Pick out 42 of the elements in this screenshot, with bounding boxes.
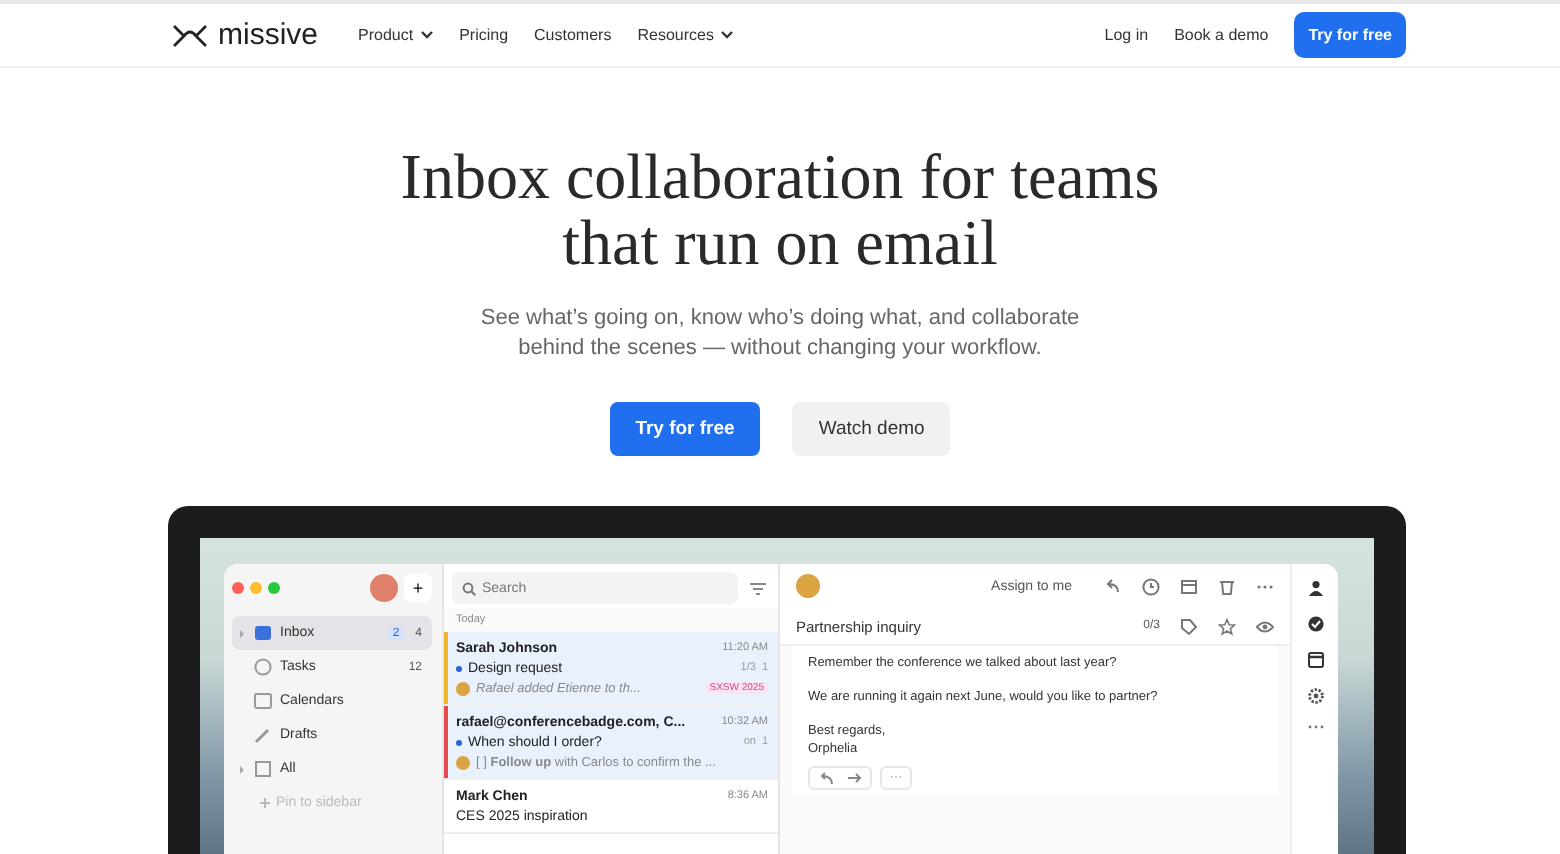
- pencil-icon: [254, 726, 272, 744]
- calendar-icon: [254, 692, 272, 710]
- watch-demo-button[interactable]: Watch demo: [792, 402, 951, 456]
- more-icon[interactable]: [1256, 583, 1274, 589]
- reply-button[interactable]: [808, 766, 872, 790]
- avatar-circle: [456, 681, 470, 695]
- nav-link[interactable]: Resources: [637, 26, 734, 44]
- gear-icon[interactable]: [1307, 688, 1323, 704]
- try-free-button[interactable]: Try for free: [1294, 12, 1406, 58]
- avatar-circle[interactable]: [370, 574, 398, 602]
- logo-wordmark[interactable]: missive: [218, 18, 319, 52]
- more-icon[interactable]: [1307, 724, 1323, 730]
- compose-button[interactable]: +: [404, 574, 432, 602]
- trash-icon[interactable]: [1218, 577, 1236, 595]
- nav-link[interactable]: Product: [358, 26, 434, 44]
- archive-icon[interactable]: [1180, 577, 1198, 595]
- eye-icon[interactable]: [1256, 619, 1274, 633]
- maximize-dot-icon[interactable]: [268, 582, 280, 594]
- nav-link[interactable]: Pricing: [459, 26, 509, 44]
- tag-icon[interactable]: [1180, 617, 1198, 635]
- minimize-dot-icon[interactable]: [250, 582, 262, 594]
- hero-heading: Inbox collaboration for teams that run on email: [400, 144, 1160, 276]
- reply-icon: [818, 772, 834, 784]
- login-link[interactable]: Log in: [1104, 26, 1149, 44]
- avatar-circle: [456, 755, 470, 769]
- person-icon[interactable]: [1307, 580, 1323, 596]
- plus-icon: [260, 798, 270, 808]
- nav-link[interactable]: Customers: [534, 26, 612, 44]
- star-icon[interactable]: [1218, 617, 1236, 635]
- book-demo-link[interactable]: Book a demo: [1174, 26, 1269, 44]
- avatar-circle[interactable]: [796, 574, 820, 598]
- try-free-button[interactable]: Try for free: [609, 402, 761, 456]
- forward-icon: [846, 772, 862, 784]
- calendar-icon[interactable]: [1307, 652, 1323, 668]
- inbox-icon: [254, 624, 272, 642]
- check-circle-icon[interactable]: [1307, 616, 1323, 632]
- search-icon: [462, 581, 476, 595]
- filter-icon[interactable]: [750, 581, 766, 595]
- reply-icon[interactable]: [1104, 577, 1122, 595]
- close-dot-icon[interactable]: [232, 582, 244, 594]
- logo-icon: [172, 23, 208, 47]
- hero-subtitle: See what’s going on, know who’s doing what, and collaborate behind the scenes — without changing your workflow.: [480, 304, 1080, 364]
